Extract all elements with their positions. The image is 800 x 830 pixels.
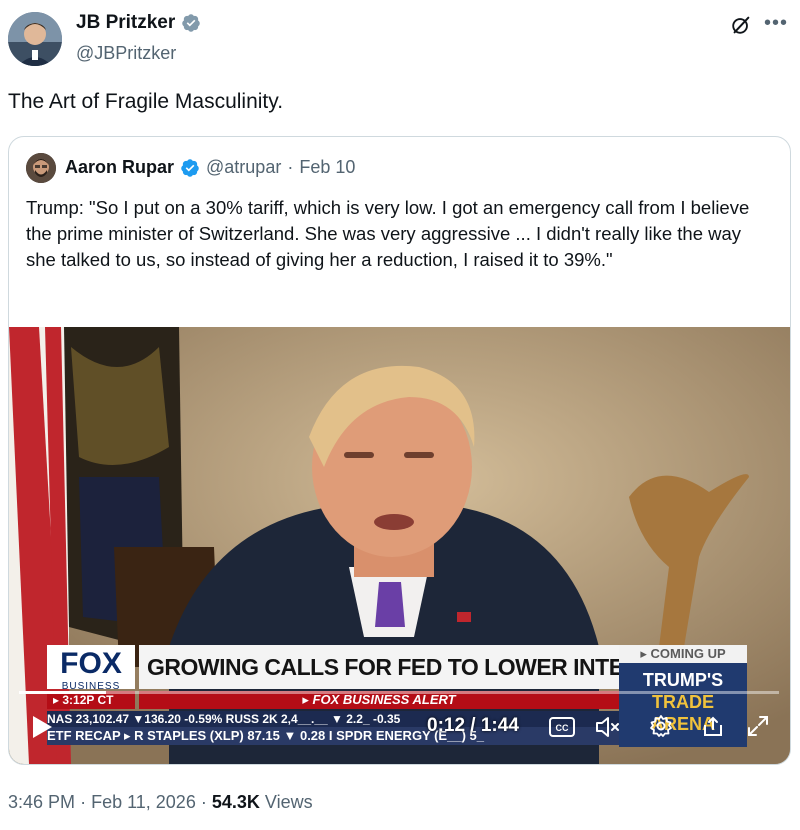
tweet: JB Pritzker @JBPritzker ••• The Art of F… bbox=[0, 0, 800, 830]
author-name-row: JB Pritzker bbox=[76, 12, 201, 34]
grok-icon[interactable] bbox=[730, 14, 752, 36]
author-display-name[interactable]: JB Pritzker bbox=[76, 12, 175, 34]
play-icon[interactable] bbox=[31, 715, 53, 739]
views-label: Views bbox=[264, 792, 313, 812]
video-player[interactable]: FOX BUSINESS GROWING CALLS FOR FED TO LO… bbox=[9, 327, 790, 764]
video-progress-fill bbox=[19, 691, 107, 694]
tweet-footer: 3:46 PM · Feb 11, 2026 · 54.3K Views bbox=[8, 792, 313, 813]
views-count[interactable]: 54.3K bbox=[212, 792, 260, 812]
video-progress-bar[interactable] bbox=[19, 691, 779, 694]
settings-gear-icon[interactable] bbox=[649, 714, 673, 738]
quoted-date[interactable]: Feb 10 bbox=[299, 157, 355, 178]
more-options-icon[interactable]: ••• bbox=[764, 12, 788, 35]
footer-separator-2: · bbox=[200, 792, 207, 812]
fullscreen-icon[interactable] bbox=[747, 715, 769, 737]
footer-separator-1: · bbox=[80, 792, 87, 812]
tweet-time[interactable]: 3:46 PM bbox=[8, 792, 75, 812]
svg-text:CC: CC bbox=[556, 723, 569, 733]
quoted-author-avatar[interactable] bbox=[26, 153, 56, 183]
quoted-name-row: Aaron Rupar @atrupar · Feb 10 bbox=[65, 157, 355, 178]
quoted-display-name[interactable]: Aaron Rupar bbox=[65, 157, 174, 178]
picture-in-picture-icon[interactable] bbox=[701, 715, 725, 739]
quoted-handle[interactable]: @atrupar bbox=[206, 157, 281, 178]
ticker-headline: GROWING CALLS FOR FED TO LOWER INTEREST … bbox=[139, 645, 627, 689]
video-time-display: 0:12 / 1:44 bbox=[427, 715, 519, 736]
coming-up-title: TRUMP'S bbox=[642, 670, 724, 690]
coming-up-label: ▸ COMING UP bbox=[619, 645, 747, 663]
author-handle[interactable]: @JBPritzker bbox=[76, 43, 176, 64]
quoted-separator: · bbox=[287, 157, 294, 177]
tweet-date[interactable]: Feb 11, 2026 bbox=[91, 792, 196, 812]
volume-muted-icon[interactable] bbox=[595, 715, 621, 739]
tweet-text: The Art of Fragile Masculinity. bbox=[8, 90, 284, 113]
video-controls: 0:12 / 1:44 CC bbox=[9, 697, 790, 757]
quoted-tweet-text: Trump: "So I put on a 30% tariff, which … bbox=[26, 197, 750, 270]
quoted-tweet[interactable]: Aaron Rupar @atrupar · Feb 10 Trump: "So… bbox=[8, 136, 791, 765]
closed-captions-icon[interactable]: CC bbox=[549, 717, 575, 737]
author-avatar[interactable] bbox=[8, 12, 62, 66]
quoted-verified-badge-icon bbox=[181, 158, 199, 177]
verified-badge-icon bbox=[182, 14, 201, 32]
